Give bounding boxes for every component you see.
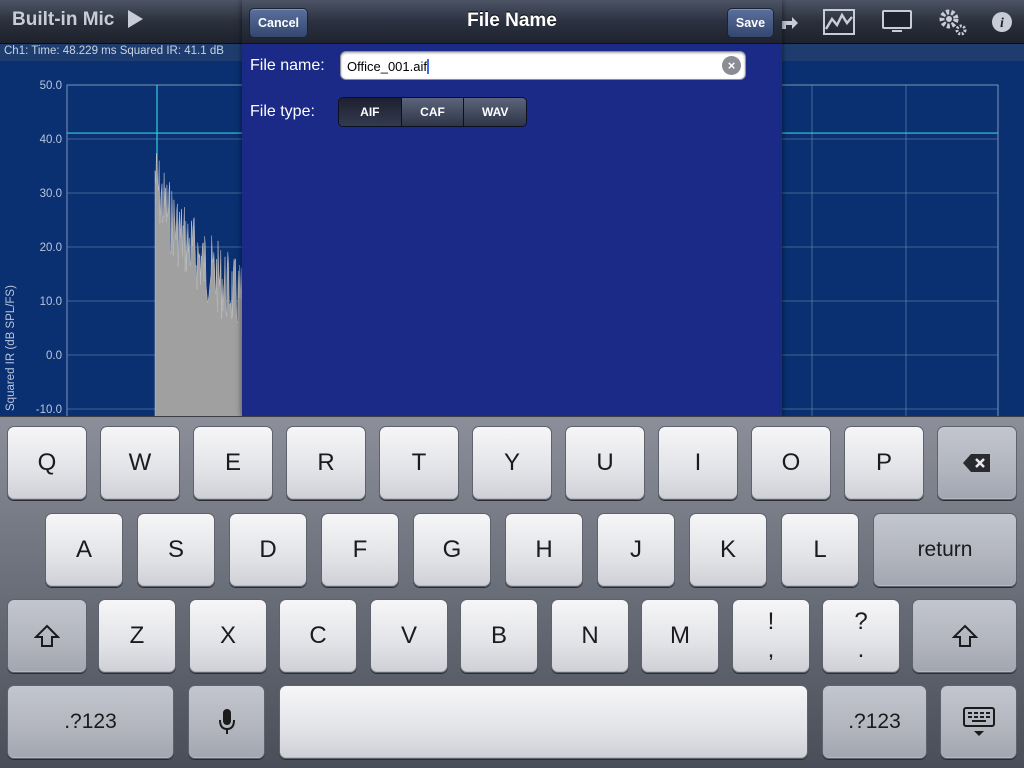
key-p[interactable]: P bbox=[844, 426, 924, 500]
key-hide-keyboard[interactable] bbox=[940, 685, 1017, 759]
key-space[interactable] bbox=[279, 685, 808, 759]
display-icon[interactable] bbox=[880, 6, 914, 38]
key-l[interactable]: L bbox=[781, 513, 859, 587]
key-g[interactable]: G bbox=[413, 513, 491, 587]
file-type-aif[interactable]: AIF bbox=[339, 98, 402, 126]
chart-icon[interactable] bbox=[822, 6, 856, 38]
svg-text:i: i bbox=[1000, 16, 1004, 31]
readout-text: Ch1: Time: 48.229 ms Squared IR: 41.1 dB bbox=[4, 45, 224, 57]
key-shift-right[interactable] bbox=[912, 599, 1017, 673]
file-name-input[interactable]: Office_001.aif × bbox=[340, 51, 746, 80]
key-a[interactable]: A bbox=[45, 513, 123, 587]
key-question-period[interactable]: ? . bbox=[822, 599, 900, 673]
key-b[interactable]: B bbox=[460, 599, 538, 673]
save-button[interactable]: Save bbox=[727, 8, 774, 38]
file-name-text: Office_001.aif bbox=[347, 59, 427, 74]
file-type-wav[interactable]: WAV bbox=[464, 98, 526, 126]
file-type-label: File type: bbox=[250, 103, 315, 120]
key-q[interactable]: Q bbox=[7, 426, 87, 500]
y-tick-label: -10.0 bbox=[36, 404, 62, 416]
key-t[interactable]: T bbox=[379, 426, 459, 500]
key-question-top: ? bbox=[854, 608, 868, 635]
key-o[interactable]: O bbox=[751, 426, 831, 500]
screen: Built-in Mic i Ch1: Time: 48.229 ms Squa… bbox=[0, 0, 1024, 768]
clear-text-icon[interactable]: × bbox=[722, 56, 741, 75]
input-source-title[interactable]: Built-in Mic bbox=[12, 9, 114, 31]
key-s[interactable]: S bbox=[137, 513, 215, 587]
key-exclaim-top: ! bbox=[767, 608, 775, 635]
file-name-label: File name: bbox=[250, 57, 325, 74]
key-f[interactable]: F bbox=[321, 513, 399, 587]
key-y[interactable]: Y bbox=[472, 426, 552, 500]
key-z[interactable]: Z bbox=[98, 599, 176, 673]
key-r[interactable]: R bbox=[286, 426, 366, 500]
y-tick-label: 10.0 bbox=[40, 296, 62, 308]
key-dictation[interactable] bbox=[188, 685, 265, 759]
key-d[interactable]: D bbox=[229, 513, 307, 587]
key-return[interactable]: return bbox=[873, 513, 1017, 587]
backspace-icon bbox=[963, 454, 990, 472]
y-tick-label: 30.0 bbox=[40, 188, 62, 200]
y-tick-label: 0.0 bbox=[46, 350, 62, 362]
key-u[interactable]: U bbox=[565, 426, 645, 500]
microphone-icon bbox=[218, 709, 235, 734]
key-j[interactable]: J bbox=[597, 513, 675, 587]
key-backspace[interactable] bbox=[937, 426, 1017, 500]
key-x[interactable]: X bbox=[189, 599, 267, 673]
key-e[interactable]: E bbox=[193, 426, 273, 500]
file-type-caf[interactable]: CAF bbox=[401, 98, 465, 126]
key-i[interactable]: I bbox=[658, 426, 738, 500]
key-comma-bottom: , bbox=[767, 636, 775, 663]
key-m[interactable]: M bbox=[641, 599, 719, 673]
key-v[interactable]: V bbox=[370, 599, 448, 673]
key-shift-left[interactable] bbox=[7, 599, 87, 673]
key-w[interactable]: W bbox=[100, 426, 180, 500]
key-numbers-right[interactable]: .?123 bbox=[822, 685, 927, 759]
dialog-nav-bar: Cancel File Name Save bbox=[242, 0, 782, 44]
play-icon[interactable] bbox=[128, 10, 143, 28]
shift-icon bbox=[34, 624, 60, 647]
key-h[interactable]: H bbox=[505, 513, 583, 587]
key-numbers-left[interactable]: .?123 bbox=[7, 685, 174, 759]
y-tick-label: 50.0 bbox=[40, 80, 62, 92]
file-type-segmented-control: AIF CAF WAV bbox=[338, 97, 527, 127]
key-n[interactable]: N bbox=[551, 599, 629, 673]
y-tick-label: 40.0 bbox=[40, 134, 62, 146]
file-name-dialog: Cancel File Name Save File name: Office_… bbox=[242, 0, 782, 418]
file-name-value: Office_001.aif bbox=[347, 59, 429, 74]
shift-icon bbox=[951, 624, 978, 647]
on-screen-keyboard: Q W E R T Y U I O P A S D F G H J K L re… bbox=[0, 416, 1024, 768]
y-axis-label: Squared IR (dB SPL/FS) bbox=[5, 285, 17, 411]
gears-icon[interactable] bbox=[936, 6, 970, 38]
info-icon[interactable]: i bbox=[990, 6, 1014, 38]
hide-keyboard-icon bbox=[962, 707, 995, 736]
key-k[interactable]: K bbox=[689, 513, 767, 587]
key-c[interactable]: C bbox=[279, 599, 357, 673]
text-caret bbox=[426, 59, 429, 74]
key-exclaim-comma[interactable]: ! , bbox=[732, 599, 810, 673]
key-period-bottom: . bbox=[857, 636, 865, 663]
dialog-title: File Name bbox=[467, 10, 557, 31]
y-tick-label: 20.0 bbox=[40, 242, 62, 254]
